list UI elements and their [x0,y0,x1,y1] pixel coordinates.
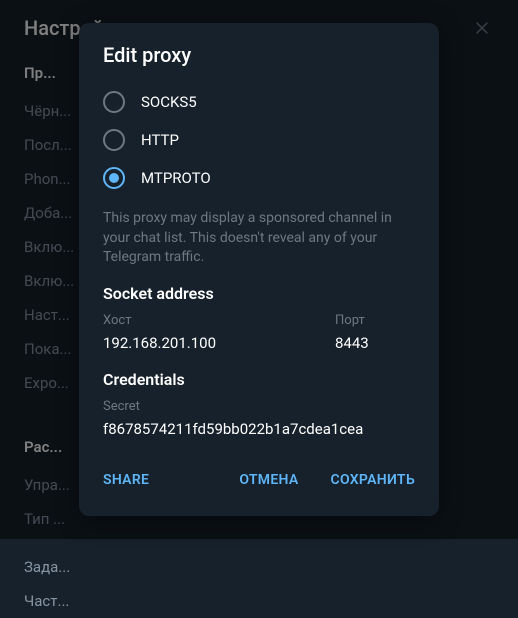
radio-circle-selected-icon [103,167,125,189]
modal-title: Edit proxy [79,23,439,83]
proxy-type-radio-group: SOCKS5 HTTP MTPROTO [79,83,439,197]
host-input-group: Хост [103,313,311,354]
secret-label: Secret [103,399,415,414]
save-button[interactable]: СОХРАНИТЬ [331,464,415,496]
radio-circle-icon [103,91,125,113]
port-input-group: Порт [335,313,415,354]
modal-overlay[interactable]: Edit proxy SOCKS5 HTTP MTPROTO This prox… [0,0,518,539]
setting-item-task[interactable]: Зада... [24,550,494,584]
radio-label: SOCKS5 [141,93,197,111]
socket-input-row: Хост Порт [79,313,439,370]
actions-right: ОТМЕНА СОХРАНИТЬ [239,464,415,496]
port-label: Порт [335,313,415,328]
port-input[interactable] [335,332,415,354]
secret-input[interactable] [103,418,415,440]
secret-row: Secret [79,399,439,456]
proxy-info-text: This proxy may display a sponsored chann… [79,197,439,284]
edit-proxy-modal: Edit proxy SOCKS5 HTTP MTPROTO This prox… [79,23,439,516]
host-label: Хост [103,313,311,328]
share-button[interactable]: SHARE [103,464,149,496]
radio-label: HTTP [141,131,179,149]
modal-actions: SHARE ОТМЕНА СОХРАНИТЬ [79,456,439,516]
host-input[interactable] [103,332,311,354]
credentials-header: Credentials [79,370,439,399]
radio-socks5[interactable]: SOCKS5 [103,83,415,121]
secret-input-group: Secret [103,399,415,440]
radio-http[interactable]: HTTP [103,121,415,159]
setting-item-faq[interactable]: Част... [24,584,494,618]
socket-address-header: Socket address [79,284,439,313]
radio-circle-icon [103,129,125,151]
cancel-button[interactable]: ОТМЕНА [239,464,298,496]
radio-mtproto[interactable]: MTPROTO [103,159,415,197]
radio-label: MTPROTO [141,169,211,187]
